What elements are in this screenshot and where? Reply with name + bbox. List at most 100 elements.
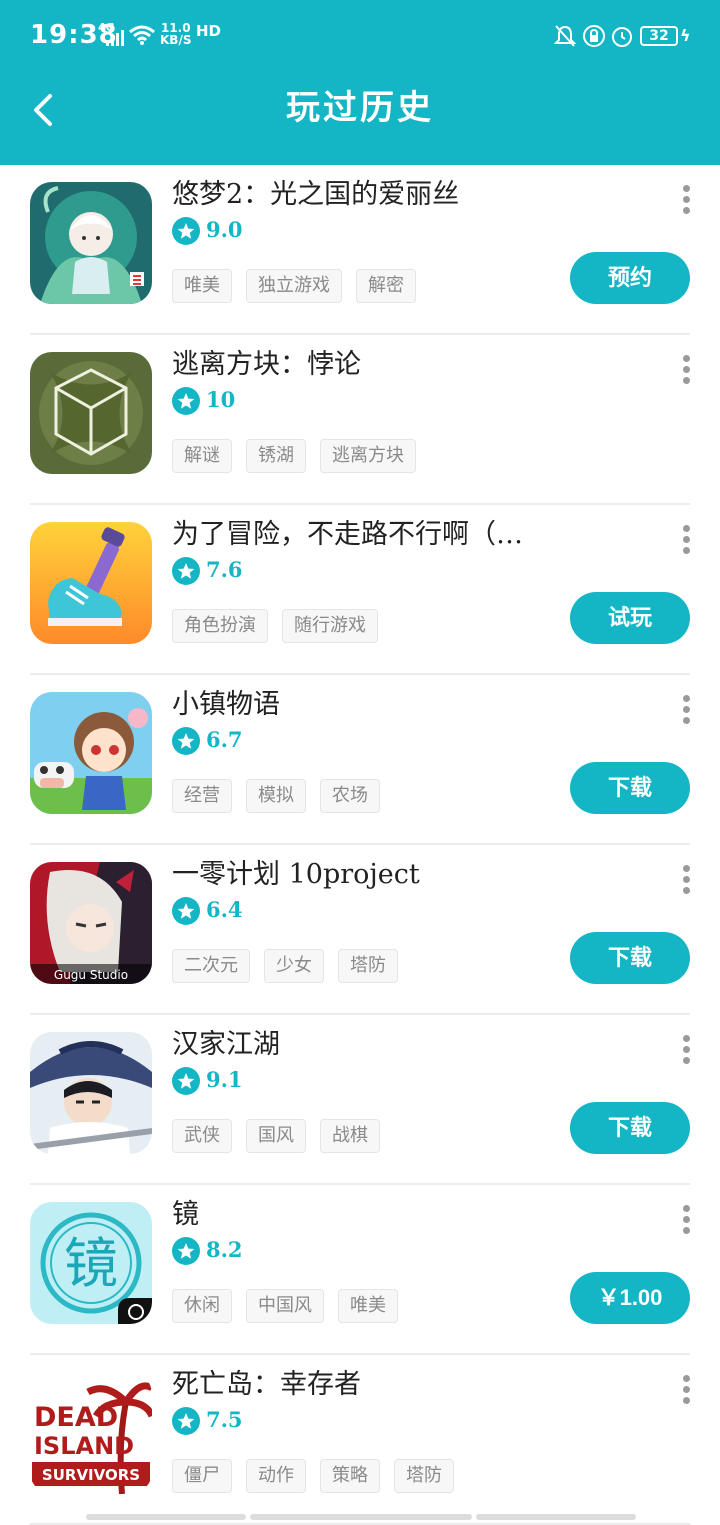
game-name[interactable]: 死亡岛：幸存者 [172, 1365, 361, 1405]
more-options-icon[interactable] [678, 1035, 694, 1065]
game-name[interactable]: 一零计划 10project [172, 855, 420, 895]
more-options-icon[interactable] [678, 865, 694, 895]
game-tags: 二次元 少女 塔防 [172, 949, 412, 983]
game-name[interactable]: 小镇物语 [172, 685, 280, 725]
wifi-icon [129, 25, 155, 45]
game-tags: 僵尸 动作 策略 塔防 [172, 1459, 468, 1493]
more-options-icon[interactable] [678, 1375, 694, 1405]
game-tags: 休闲 中国风 唯美 [172, 1289, 412, 1323]
try-play-button[interactable]: 试玩 [570, 592, 690, 644]
game-name[interactable]: 为了冒险，不走路不行啊（… [172, 515, 523, 555]
tag[interactable]: 唯美 [172, 269, 232, 303]
game-score: 10 [206, 387, 236, 412]
signal-icon [106, 30, 124, 46]
speed-unit: KB/S [160, 33, 192, 47]
tag[interactable]: 策略 [320, 1459, 380, 1493]
lock-rotate-icon [583, 25, 605, 47]
game-name[interactable]: 镜 [172, 1195, 199, 1235]
tag[interactable]: 国风 [246, 1119, 306, 1153]
tag[interactable]: 解谜 [172, 439, 232, 473]
tag[interactable]: 唯美 [338, 1289, 398, 1323]
game-tags: 唯美 独立游戏 解密 [172, 269, 430, 303]
tag[interactable]: 二次元 [172, 949, 250, 983]
game-row[interactable]: 悠梦2：光之国的爱丽丝 9.0 唯美 独立游戏 解密 预约 [0, 165, 720, 335]
download-button[interactable]: 下载 [570, 932, 690, 984]
star-icon [172, 1237, 200, 1265]
game-score: 9.1 [206, 1067, 243, 1092]
game-tags: 武侠 国风 战棋 [172, 1119, 394, 1153]
game-row[interactable]: 汉家江湖 9.1 武侠 国风 战棋 下载 [0, 1015, 720, 1185]
star-icon [172, 1407, 200, 1435]
game-score: 6.4 [206, 897, 243, 922]
star-icon [172, 557, 200, 585]
star-icon [172, 897, 200, 925]
tag[interactable]: 角色扮演 [172, 609, 268, 643]
game-icon-jing[interactable]: 镜 [30, 1202, 152, 1324]
game-name[interactable]: 悠梦2：光之国的爱丽丝 [172, 175, 459, 215]
tag[interactable]: 僵尸 [172, 1459, 232, 1493]
game-score: 8.2 [206, 1237, 243, 1262]
game-name[interactable]: 逃离方块：悖论 [172, 345, 361, 385]
game-row[interactable]: Gugu Studio 一零计划 10project 6.4 二次元 少女 塔防… [0, 845, 720, 1015]
tag[interactable]: 武侠 [172, 1119, 232, 1153]
tag[interactable]: 经营 [172, 779, 232, 813]
star-icon [172, 217, 200, 245]
game-icon-10project[interactable]: Gugu Studio [30, 862, 152, 984]
tag[interactable]: 塔防 [338, 949, 398, 983]
tag[interactable]: 锈湖 [246, 439, 306, 473]
game-row[interactable]: 小镇物语 6.7 经营 模拟 农场 下载 [0, 675, 720, 845]
game-name[interactable]: 汉家江湖 [172, 1025, 280, 1065]
tag[interactable]: 模拟 [246, 779, 306, 813]
star-icon [172, 1067, 200, 1095]
tag[interactable]: 中国风 [246, 1289, 324, 1323]
app-bar: 玩过历史 [0, 72, 720, 165]
game-tags: 经营 模拟 农场 [172, 779, 394, 813]
tag[interactable]: 独立游戏 [246, 269, 342, 303]
reserve-button[interactable]: 预约 [570, 252, 690, 304]
status-bar: 19:38 4G 11.0 KB/S HD 32 ϟ [0, 0, 720, 72]
game-icon-town-story[interactable] [30, 692, 152, 814]
icon-text-dead: DEAD [34, 1402, 118, 1433]
star-icon [172, 727, 200, 755]
scroll-indicator [86, 1514, 636, 1520]
mute-bell-icon [554, 25, 576, 47]
download-button[interactable]: 下载 [570, 1102, 690, 1154]
tag[interactable]: 动作 [246, 1459, 306, 1493]
game-icon-adventure[interactable] [30, 522, 152, 644]
game-row[interactable]: DEAD ISLAND SURVIVORS 死亡岛：幸存者 7.5 僵尸 动作 … [0, 1355, 720, 1525]
tag[interactable]: 随行游戏 [282, 609, 378, 643]
hd-indicator: HD [196, 22, 222, 40]
tag[interactable]: 少女 [264, 949, 324, 983]
more-options-icon[interactable] [678, 695, 694, 725]
tag[interactable]: 休闲 [172, 1289, 232, 1323]
more-options-icon[interactable] [678, 1205, 694, 1235]
tag[interactable]: 战棋 [320, 1119, 380, 1153]
tag[interactable]: 逃离方块 [320, 439, 416, 473]
game-icon-hanjia-jianghu[interactable] [30, 1032, 152, 1154]
game-icon-youmeng[interactable] [30, 182, 152, 304]
star-icon [172, 387, 200, 415]
game-tags: 角色扮演 随行游戏 [172, 609, 392, 643]
game-score: 7.5 [206, 1407, 243, 1432]
icon-text-island: ISLAND [34, 1432, 134, 1460]
studio-watermark: Gugu Studio [54, 968, 128, 982]
more-options-icon[interactable] [678, 525, 694, 555]
alarm-icon [612, 27, 632, 47]
buy-button[interactable]: ￥1.00 [570, 1272, 690, 1324]
game-icon-cube-escape[interactable] [30, 352, 152, 474]
more-options-icon[interactable] [678, 185, 694, 215]
tag[interactable]: 解密 [356, 269, 416, 303]
game-score: 6.7 [206, 727, 243, 752]
tag[interactable]: 农场 [320, 779, 380, 813]
charging-icon: ϟ [680, 26, 691, 45]
more-options-icon[interactable] [678, 355, 694, 385]
download-button[interactable]: 下载 [570, 762, 690, 814]
game-score: 9.0 [206, 217, 243, 242]
game-tags: 解谜 锈湖 逃离方块 [172, 439, 430, 473]
game-icon-dead-island[interactable]: DEAD ISLAND SURVIVORS [30, 1372, 152, 1494]
tag[interactable]: 塔防 [394, 1459, 454, 1493]
game-row[interactable]: 为了冒险，不走路不行啊（… 7.6 角色扮演 随行游戏 试玩 [0, 505, 720, 675]
game-row[interactable]: 逃离方块：悖论 10 解谜 锈湖 逃离方块 [0, 335, 720, 505]
network-speed: 11.0 KB/S [160, 22, 191, 46]
game-row[interactable]: 镜 镜 8.2 休闲 中国风 唯美 ￥1.00 [0, 1185, 720, 1355]
